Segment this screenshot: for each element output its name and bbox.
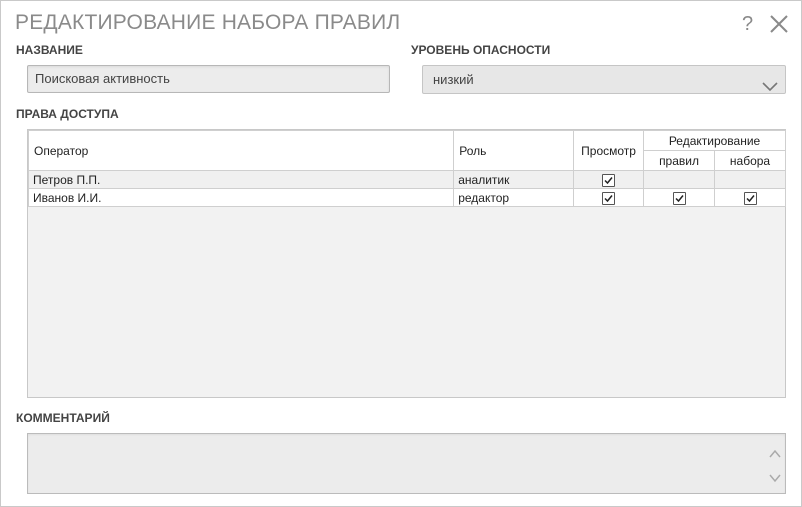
severity-value: низкий	[433, 72, 474, 87]
severity-label: УРОВЕНЬ ОПАСНОСТИ	[411, 43, 551, 57]
dialog-title: РЕДАКТИРОВАНИЕ НАБОРА ПРАВИЛ	[15, 11, 401, 34]
table-row[interactable]: Иванов И.И. редактор	[27, 188, 786, 207]
close-icon[interactable]	[768, 13, 790, 35]
access-table: Оператор Роль Просмотр Редактирование пр…	[27, 130, 786, 207]
edit-set-checkbox[interactable]	[743, 191, 757, 205]
help-icon[interactable]: ?	[742, 13, 753, 35]
column-header-edit-group: Редактирование	[643, 130, 786, 151]
view-cell	[573, 188, 645, 207]
name-label: НАЗВАНИЕ	[16, 43, 83, 57]
comment-textarea[interactable]	[27, 433, 786, 494]
view-checkbox[interactable]	[602, 173, 616, 187]
role-cell: редактор	[453, 188, 575, 207]
view-checkbox[interactable]	[602, 191, 616, 205]
severity-select[interactable]: низкий	[422, 65, 786, 94]
column-header-view[interactable]: Просмотр	[573, 130, 645, 171]
access-grid: Оператор Роль Просмотр Редактирование пр…	[27, 129, 786, 398]
column-header-edit-set[interactable]: набора	[714, 150, 786, 171]
name-input[interactable]: Поисковая активность	[27, 65, 390, 93]
operator-cell: Иванов И.И.	[27, 188, 455, 207]
column-header-operator[interactable]: Оператор	[27, 130, 455, 171]
role-cell: аналитик	[453, 170, 575, 189]
operator-cell: Петров П.П.	[27, 170, 455, 189]
edit-set-cell	[714, 188, 786, 207]
edit-rules-cell	[643, 170, 716, 189]
scroll-down-icon[interactable]	[769, 470, 781, 483]
scroll-up-icon[interactable]	[769, 446, 781, 458]
comment-label: КОММЕНТАРИЙ	[16, 411, 110, 425]
edit-ruleset-dialog: РЕДАКТИРОВАНИЕ НАБОРА ПРАВИЛ ? НАЗВАНИЕ …	[0, 0, 802, 507]
edit-rules-checkbox[interactable]	[672, 191, 686, 205]
access-label: ПРАВА ДОСТУПА	[16, 107, 119, 121]
column-header-role[interactable]: Роль	[453, 130, 575, 171]
table-row[interactable]: Петров П.П. аналитик	[27, 170, 786, 189]
view-cell	[573, 170, 645, 189]
edit-rules-cell	[643, 188, 716, 207]
chevron-down-icon	[762, 74, 778, 92]
edit-set-cell	[714, 170, 786, 189]
column-header-edit-rules[interactable]: правил	[643, 150, 716, 171]
